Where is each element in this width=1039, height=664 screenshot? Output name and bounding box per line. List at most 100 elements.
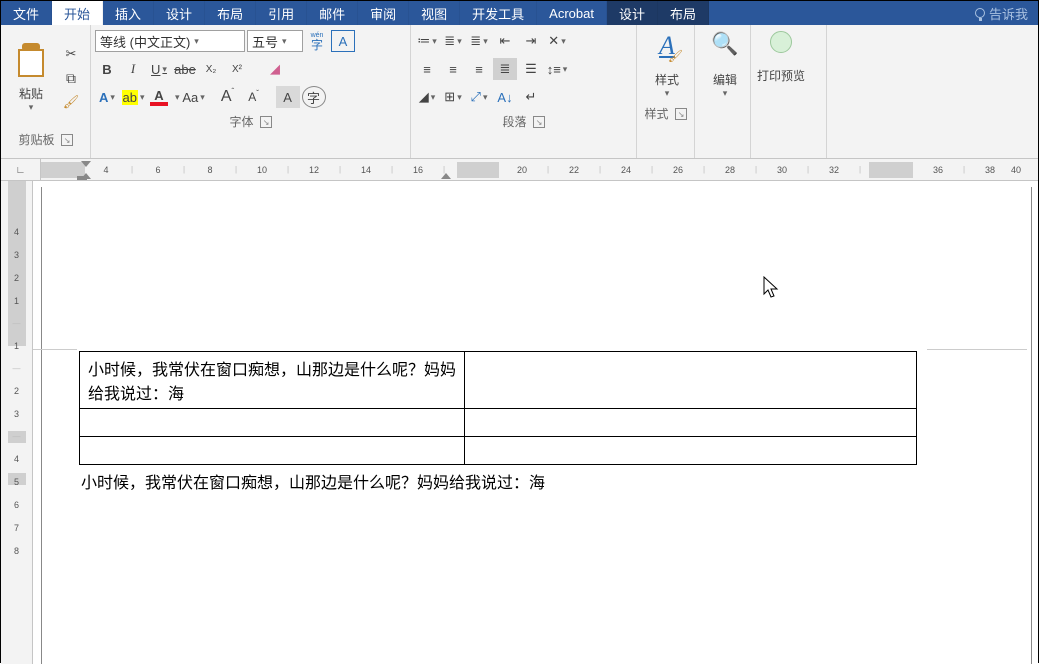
font-name-select[interactable]: 等线 (中文正文)▾ [95,30,245,52]
font-size-select[interactable]: 五号▾ [247,30,303,52]
table-cell-2-1[interactable] [80,409,465,437]
change-case-button[interactable]: Aa▾ [182,86,206,108]
enclose-char-button[interactable]: 字 [302,86,326,108]
tab-view[interactable]: 视图 [409,1,460,25]
tell-me[interactable]: 告诉我 [965,1,1038,25]
bullets-icon: ≔ [417,33,430,49]
sort-button[interactable]: A↓ [493,86,517,108]
paint-bucket-icon: ◢ [419,89,429,105]
paragraph-dialog-launcher[interactable]: ↘ [533,116,545,128]
brush-icon: 🖌 [63,94,80,110]
doc-table[interactable]: 小时候，我常伏在窗口痴想，山那边是什么呢？妈妈给我说过：海 [79,351,917,465]
ruler-corner[interactable]: ∟ [1,159,41,181]
table-cell-1-1[interactable]: 小时候，我常伏在窗口痴想，山那边是什么呢？妈妈给我说过：海 [80,352,465,409]
italic-button[interactable]: I [121,58,145,80]
numbering-button[interactable]: ≣▾ [441,30,465,52]
tab-table-design[interactable]: 设计 [607,1,658,25]
font-color-button[interactable]: A [147,86,171,108]
decrease-indent-button[interactable]: ⇤ [493,30,517,52]
table-cell-2-2[interactable] [465,409,917,437]
shrink-font-button[interactable]: Aˇ [242,86,266,108]
highlight-button[interactable]: ab▾ [121,86,145,108]
horizontal-ruler[interactable]: ∟ 2|4|6|8|10|12|14|16|||20|22|24|26|28|3… [1,159,1038,181]
snap-icon: ⤢ [471,89,481,105]
subscript-button[interactable]: X₂ [199,58,223,80]
multilevel-button[interactable]: ≣▾ [467,30,491,52]
tab-layout-1[interactable]: 布局 [205,1,256,25]
cut-button[interactable]: ✂ [59,43,83,65]
tab-home[interactable]: 开始 [52,1,103,25]
table-cell-1-2[interactable] [465,352,917,409]
print-preview-button[interactable]: 打印预览 [755,27,807,88]
tab-ref[interactable]: 引用 [256,1,307,25]
strike-button[interactable]: abe [173,58,197,80]
justify-icon: ≣ [500,61,511,77]
table-row[interactable]: 小时候，我常伏在窗口痴想，山那边是什么呢？妈妈给我说过：海 [80,352,917,409]
phonetic-guide-button[interactable]: wén 字 [305,30,329,52]
font-dialog-launcher[interactable]: ↘ [260,116,272,128]
text-effect-button[interactable]: A▾ [95,86,119,108]
char-shading-button[interactable]: A [276,86,300,108]
styles-dialog-launcher[interactable]: ↘ [675,108,687,120]
font-size-value: 五号 [252,32,278,51]
tab-mail[interactable]: 邮件 [307,1,358,25]
styles-button[interactable]: A 🖌 样式 ▾ [641,27,693,103]
search-icon: 🔍 [711,31,738,57]
shading-button[interactable]: ◢▾ [415,86,439,108]
document-page[interactable]: 小时候，我常伏在窗口痴想，山那边是什么呢？妈妈给我说过：海 小时候，我常伏在窗口… [33,181,1038,664]
snap-button[interactable]: ⤢▾ [467,86,491,108]
table-row[interactable] [80,437,917,465]
underline-button[interactable]: U▾ [147,58,171,80]
tab-acrobat[interactable]: Acrobat [537,1,607,25]
line-spacing-button[interactable]: ↕≡▾ [545,58,569,80]
font-color-swatch [150,102,168,106]
asian-layout-button[interactable]: ✕▾ [545,30,569,52]
paste-dropdown-icon: ▾ [29,102,34,113]
font-color-dropdown[interactable]: ▾ [175,92,180,103]
multilevel-icon: ≣ [470,33,481,49]
vertical-ruler[interactable]: 4321—1—23—45678 [1,181,33,664]
align-right-button[interactable]: ≡ [467,58,491,80]
bold-button[interactable]: B [95,58,119,80]
copy-button[interactable]: ⧉ [59,67,83,89]
tab-insert[interactable]: 插入 [103,1,154,25]
group-preview: 打印预览 [751,25,827,158]
group-editing: 🔍 编辑 ▾ [695,25,751,158]
menubar: 文件 开始 插入 设计 布局 引用 邮件 审阅 视图 开发工具 Acrobat … [1,1,1038,25]
distribute-button[interactable]: ☰ [519,58,543,80]
tab-file[interactable]: 文件 [1,1,52,25]
paste-button[interactable]: 粘贴 ▾ [5,27,57,129]
grow-font-button[interactable]: Aˆ [216,86,240,108]
clipboard-dialog-launcher[interactable]: ↘ [61,134,73,146]
show-marks-button[interactable]: ↵ [519,86,543,108]
asian-icon: ✕ [548,33,559,49]
styles-group-label: 样式 [644,105,668,122]
preview-label: 打印预览 [757,67,805,84]
char-border-button[interactable]: A [331,30,355,52]
table-cell-3-1[interactable] [80,437,465,465]
bullets-button[interactable]: ≔▾ [415,30,439,52]
align-center-button[interactable]: ≡ [441,58,465,80]
group-clipboard: 粘贴 ▾ ✂ ⧉ 🖌 剪贴板 ↘ [1,25,91,158]
pilcrow-icon: ↵ [526,89,537,105]
clear-format-button[interactable]: ◢ [263,58,287,80]
align-left-button[interactable]: ≡ [415,58,439,80]
borders-button[interactable]: ⊞▾ [441,86,465,108]
tab-dev[interactable]: 开发工具 [460,1,537,25]
superscript-button[interactable]: X² [225,58,249,80]
preview-icon [770,31,792,53]
format-painter-button[interactable]: 🖌 [59,91,83,113]
increase-indent-button[interactable]: ⇥ [519,30,543,52]
paste-icon [16,43,46,79]
outdent-icon: ⇤ [500,33,511,49]
tab-design-1[interactable]: 设计 [154,1,205,25]
table-cell-3-2[interactable] [465,437,917,465]
justify-button[interactable]: ≣ [493,58,517,80]
tab-review[interactable]: 审阅 [358,1,409,25]
document-content[interactable]: 小时候，我常伏在窗口痴想，山那边是什么呢？妈妈给我说过：海 小时候，我常伏在窗口… [79,351,917,493]
editing-button[interactable]: 🔍 编辑 ▾ [699,27,751,103]
body-paragraph[interactable]: 小时候，我常伏在窗口痴想，山那边是什么呢？妈妈给我说过：海 [79,465,917,493]
tab-table-layout[interactable]: 布局 [658,1,709,25]
align-center-icon: ≡ [449,62,457,77]
table-row[interactable] [80,409,917,437]
